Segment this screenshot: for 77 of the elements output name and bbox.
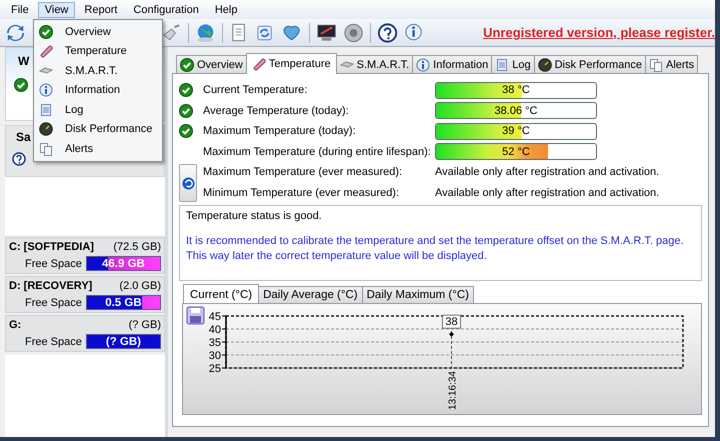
circular-arrow-icon	[182, 176, 194, 190]
data-label: 38	[445, 316, 458, 328]
temperature-value: 52 °C	[502, 146, 530, 158]
drive-size: (72.5 GB)	[113, 241, 161, 253]
y-tick-label: 45	[208, 311, 221, 323]
help-icon[interactable]	[376, 22, 398, 44]
document-icon	[495, 58, 510, 72]
menu-item[interactable]: Help	[208, 2, 244, 18]
pages-icon	[648, 58, 663, 72]
free-space-label: Free Space	[25, 296, 82, 308]
drive-size: (? GB)	[128, 319, 161, 331]
tab[interactable]: Log	[491, 55, 535, 73]
menu-item[interactable]: Configuration	[126, 2, 206, 18]
check-icon	[14, 78, 28, 92]
menu-item[interactable]: File	[4, 2, 36, 18]
help-icon[interactable]	[12, 152, 26, 166]
drive-name: D: [RECOVERY]	[9, 280, 92, 292]
tab[interactable]: Alerts	[644, 55, 698, 73]
drive-name: G:	[9, 319, 22, 331]
reading-value: Available only after registration and activation.	[435, 186, 660, 199]
chart-tab[interactable]: Daily Average (°C)	[258, 286, 363, 303]
reading-label: Maximum Temperature (ever measured):	[203, 166, 404, 178]
capsule-icon	[39, 44, 53, 58]
status-advice: It is recommended to calibrate the temperature and set the temperature offset on the S.M.A.R.T. page. This way later the correct temperature value will be displayed.	[186, 234, 685, 264]
tab[interactable]: Temperature	[246, 53, 337, 74]
status-summary: Temperature status is good.	[186, 210, 323, 222]
info-icon	[416, 58, 430, 72]
satellite-icon[interactable]	[161, 22, 182, 44]
tab[interactable]: Overview	[176, 55, 247, 73]
free-space-label: Free Space	[25, 336, 82, 348]
y-tick-label: 30	[208, 350, 221, 362]
save-icon[interactable]	[186, 306, 204, 324]
menu-item[interactable]: View	[38, 2, 76, 18]
reading-label: Average Temperature (today):	[203, 104, 350, 117]
reading-value: Available only after registration and activation.	[435, 166, 660, 178]
reading-label: Current Temperature:	[203, 84, 308, 96]
check-icon	[39, 24, 53, 39]
document-icon	[39, 102, 53, 117]
tab[interactable]: Information	[412, 55, 492, 73]
y-tick-label: 25	[208, 363, 221, 375]
menu-item[interactable]: Disk Performance	[65, 123, 152, 136]
menu-item[interactable]: Alerts	[65, 142, 94, 155]
chart-tab[interactable]: Current (°C)	[183, 284, 260, 304]
x-tick-label: 13:16:34	[448, 371, 458, 410]
menu-item[interactable]: Temperature	[65, 45, 127, 58]
back-button[interactable]	[179, 164, 197, 202]
drive-size: (2.0 GB)	[119, 280, 161, 292]
menu-item[interactable]: Overview	[65, 26, 111, 38]
data-label: 38	[442, 314, 461, 329]
panel-heading: W	[17, 54, 30, 68]
speaker-icon[interactable]	[342, 22, 364, 44]
check-icon	[180, 58, 194, 72]
gauge-icon	[39, 122, 53, 136]
register-notice[interactable]: Unregistered version, please register.	[483, 25, 716, 40]
gauge-icon	[538, 58, 552, 72]
drive-name: C: [SOFTPEDIA]	[9, 241, 94, 253]
menu-item[interactable]: Information	[65, 84, 120, 96]
menu-item[interactable]: Report	[77, 2, 124, 18]
reading-label: Maximum Temperature (today):	[203, 125, 357, 138]
tab[interactable]: Disk Performance	[534, 55, 646, 73]
reading-label: Minimum Temperature (ever measured):	[203, 186, 400, 199]
y-axis	[222, 316, 227, 368]
y-tick-label: 40	[208, 324, 221, 336]
tab[interactable]: S.M.A.R.T.	[336, 55, 414, 73]
menu-item[interactable]: Log	[65, 104, 84, 116]
section-heading: Sa	[15, 130, 32, 144]
chart-tab[interactable]: Daily Maximum (°C)	[362, 286, 474, 303]
reading-label: Maximum Temperature (during entire lifespan):	[203, 146, 432, 158]
data-line	[449, 332, 454, 337]
capsule-icon	[252, 57, 266, 71]
y-tick-label: 35	[208, 337, 221, 349]
info-icon	[39, 83, 53, 98]
free-space-label: Free Space	[25, 258, 82, 270]
free-space-value: (? GB)	[106, 336, 141, 348]
menu-item[interactable]: S.M.A.R.T.	[65, 64, 118, 77]
pages-icon	[39, 142, 53, 156]
free-space-value: 0.5 GB	[105, 296, 142, 308]
